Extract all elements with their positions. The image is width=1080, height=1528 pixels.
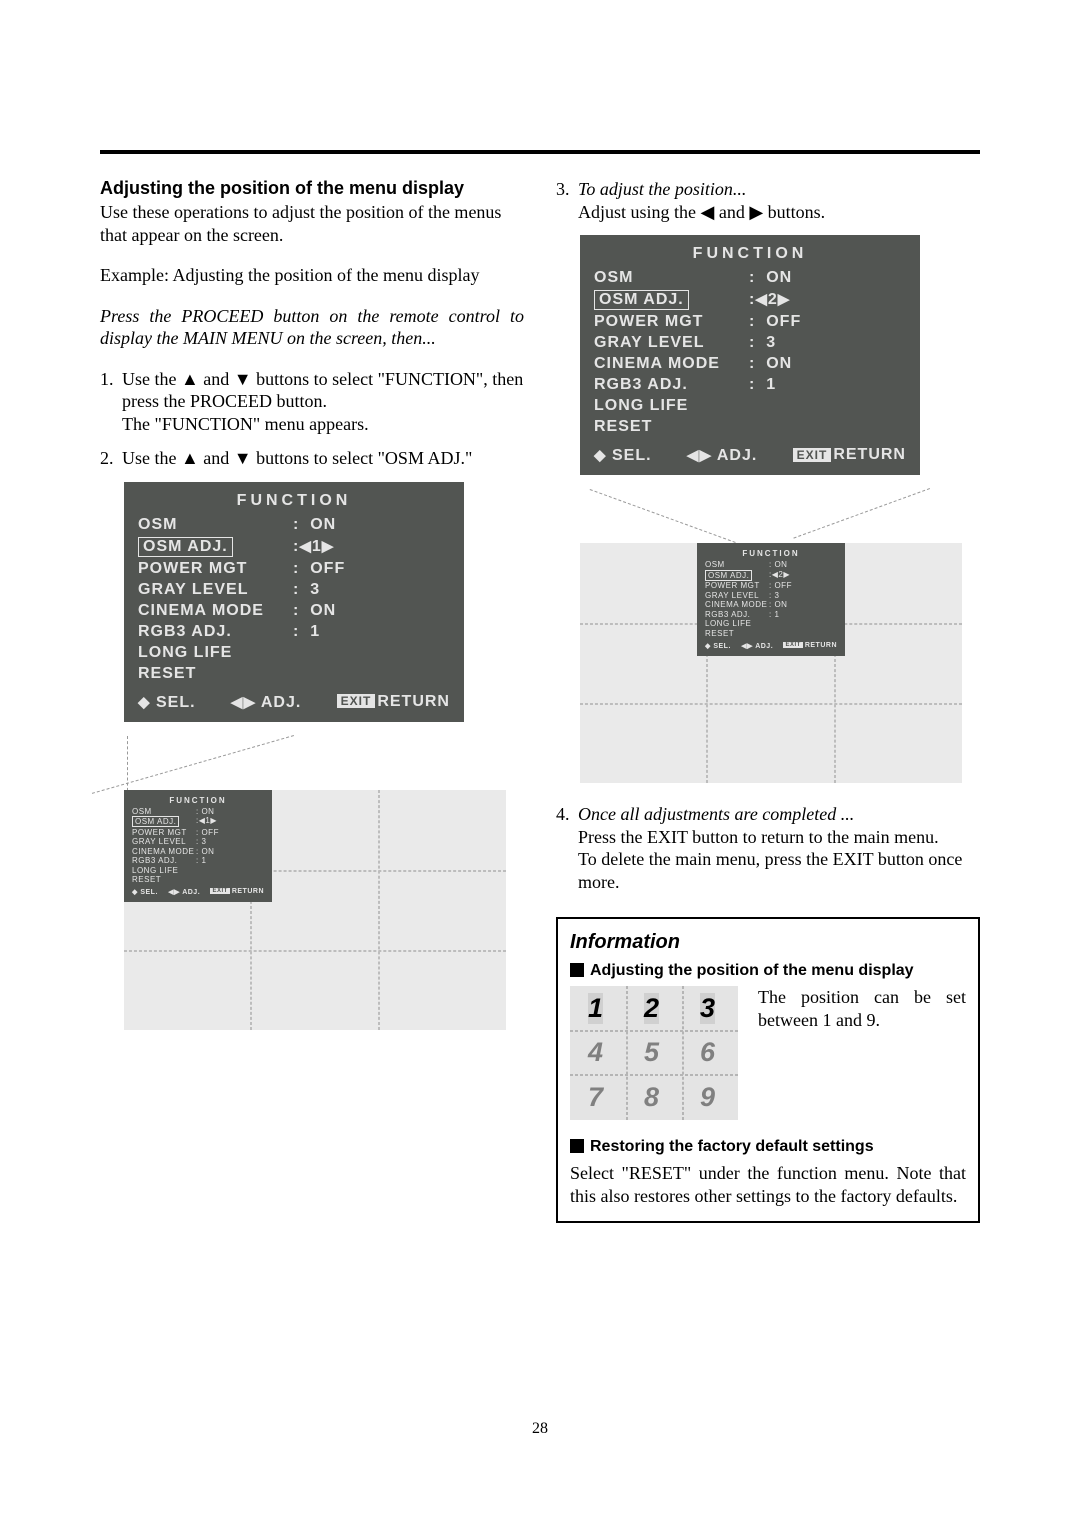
top-rule (100, 150, 980, 154)
info-sub1: Adjusting the position of the menu displ… (570, 962, 966, 980)
left-heading: Adjusting the position of the menu displ… (100, 178, 524, 199)
step4c: To delete the main menu, press the EXIT … (578, 849, 962, 892)
step4: Once all adjustments are completed ... (578, 804, 854, 824)
step3b: Adjust using the ◀ and ▶ buttons. (578, 202, 825, 222)
left-press: Press the PROCEED button on the remote c… (100, 305, 524, 350)
step1: Use the ▲ and ▼ buttons to select "FUNCT… (122, 369, 523, 412)
preview-left: FUNCTION OSM: ON OSM ADJ.:◀1▶ POWER MGT:… (124, 742, 506, 1032)
step4b: Press the EXIT button to return to the m… (578, 827, 939, 847)
step1b: The "FUNCTION" menu appears. (122, 414, 369, 434)
step2: Use the ▲ and ▼ buttons to select "OSM A… (122, 447, 472, 470)
tiny-osd-left: FUNCTION OSM: ON OSM ADJ.:◀1▶ POWER MGT:… (124, 790, 272, 903)
info-title: Information (570, 931, 966, 954)
preview-right: FUNCTION OSM: ON OSM ADJ.:◀2▶ POWER MGT:… (580, 495, 962, 785)
tiny-osd-right: FUNCTION OSM: ON OSM ADJ.:◀2▶ POWER MGT:… (697, 543, 845, 656)
info-box: Information Adjusting the position of th… (556, 917, 980, 1223)
osd-box-left: FUNCTION OSM: ON OSM ADJ.:◀1▶ POWER MGT:… (124, 482, 464, 722)
info-desc2: Select "RESET" under the function menu. … (570, 1162, 966, 1207)
osd-title: FUNCTION (138, 492, 450, 510)
position-grid: 1 2 3 4 5 6 7 8 9 (570, 986, 738, 1120)
left-example: Example: Adjusting the position of the m… (100, 264, 524, 287)
osd-box-right: FUNCTION OSM: ON OSM ADJ.:◀2▶ POWER MGT:… (580, 235, 920, 475)
info-sub2: Restoring the factory default settings (570, 1138, 966, 1156)
info-desc: The position can be set between 1 and 9. (758, 986, 966, 1120)
page-number: 28 (0, 1420, 1080, 1438)
left-intro: Use these operations to adjust the posit… (100, 201, 524, 246)
step3: To adjust the position... (578, 179, 746, 199)
